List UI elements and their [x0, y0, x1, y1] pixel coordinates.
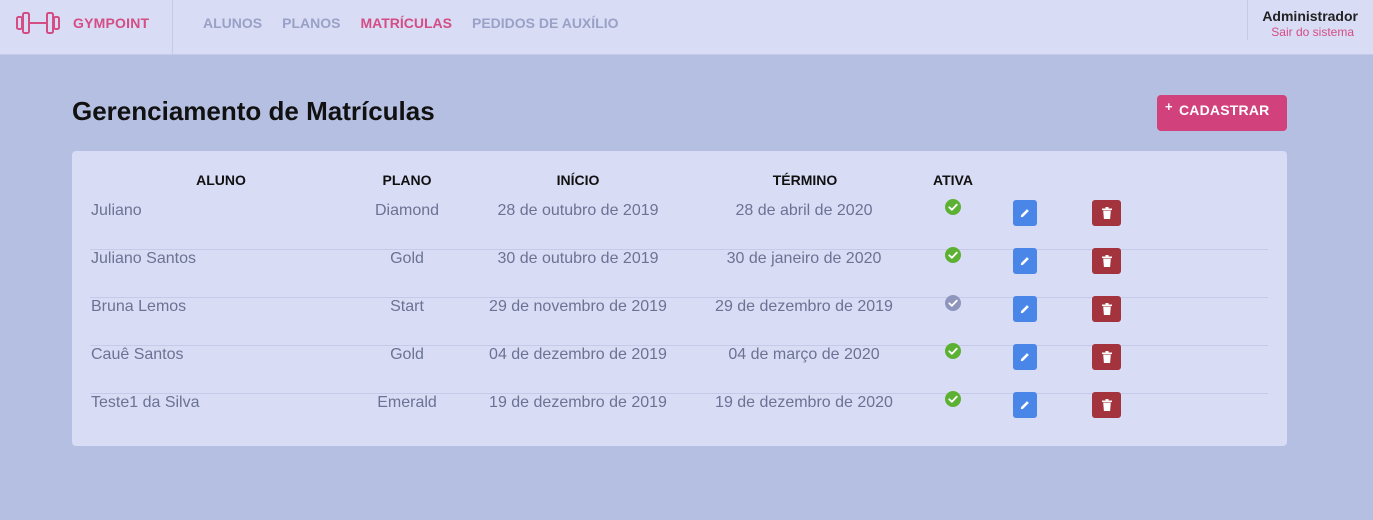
cell-termino: 04 de março de 2020: [728, 346, 880, 363]
cell-inicio: 30 de outubro de 2019: [497, 250, 659, 267]
logout-link[interactable]: Sair do sistema: [1271, 25, 1354, 39]
delete-button[interactable]: [1092, 344, 1121, 370]
check-circle-icon: [945, 343, 961, 359]
check-circle-icon: [945, 199, 961, 215]
enrollments-table: ALUNO PLANO INÍCIO TÉRMINO ATIVA Juliano Diamo…: [72, 151, 1287, 446]
brand-name: GYMPOINT: [73, 15, 150, 31]
cell-inicio: 29 de novembro de 2019: [489, 298, 667, 315]
edit-button[interactable]: [1013, 200, 1037, 226]
nav-pedidos-auxilio[interactable]: PEDIDOS DE AUXÍLIO: [472, 15, 619, 31]
main-nav: ALUNOS PLANOS MATRÍCULAS PEDIDOS DE AUXÍLIO: [203, 15, 639, 31]
cell-inicio: 19 de dezembro de 2019: [489, 394, 667, 411]
col-header-ativa: ATIVA: [933, 172, 973, 188]
col-header-aluno: ALUNO: [196, 172, 246, 188]
delete-button[interactable]: [1092, 392, 1121, 418]
edit-button[interactable]: [1013, 344, 1037, 370]
col-header-plano: PLANO: [382, 172, 432, 188]
table-row: Juliano Santos Gold 30 de outubro de 2019 3…: [90, 247, 1268, 298]
cell-termino: 30 de janeiro de 2020: [726, 250, 882, 267]
delete-button[interactable]: [1092, 296, 1121, 322]
add-button-label: CADASTRAR: [1179, 102, 1270, 118]
page-title: Gerenciamento de Matrículas: [72, 96, 435, 126]
edit-button[interactable]: [1013, 248, 1037, 274]
add-enrollment-button[interactable]: + CADASTRAR: [1157, 95, 1287, 131]
dumbbell-icon: [15, 10, 61, 36]
plus-icon: +: [1165, 99, 1173, 114]
check-circle-icon: [945, 295, 961, 311]
cell-inicio: 04 de dezembro de 2019: [489, 346, 667, 363]
cell-aluno: Teste1 da Silva: [91, 394, 200, 411]
col-header-termino: TÉRMINO: [772, 172, 838, 188]
user-menu: Administrador Sair do sistema: [1247, 0, 1373, 40]
edit-button[interactable]: [1013, 392, 1037, 418]
cell-plano: Diamond: [374, 202, 440, 219]
nav-alunos[interactable]: ALUNOS: [203, 15, 262, 31]
cell-plano: Emerald: [377, 394, 437, 411]
brand[interactable]: GYMPOINT: [0, 0, 173, 54]
cell-aluno: Juliano: [91, 202, 142, 219]
cell-plano: Gold: [390, 250, 424, 267]
col-header-inicio: INÍCIO: [556, 172, 600, 188]
check-circle-icon: [945, 247, 961, 263]
table-row: Teste1 da Silva Emerald 19 de dezembro de …: [90, 391, 1268, 442]
table-row: Juliano Diamond 28 de outubro de 2019 28 de…: [90, 199, 1268, 250]
top-navbar: GYMPOINT ALUNOS PLANOS MATRÍCULAS PEDIDOS D…: [0, 0, 1373, 55]
cell-termino: 19 de dezembro de 2020: [715, 394, 893, 411]
table-row: Cauê Santos Gold 04 de dezembro de 2019 04 …: [90, 343, 1268, 394]
cell-plano: Gold: [390, 346, 424, 363]
cell-inicio: 28 de outubro de 2019: [497, 202, 659, 219]
edit-button[interactable]: [1013, 296, 1037, 322]
table-row: Bruna Lemos Start 29 de novembro de 2019 29…: [90, 295, 1268, 346]
nav-matriculas[interactable]: MATRÍCULAS: [360, 15, 452, 31]
nav-planos[interactable]: PLANOS: [282, 15, 340, 31]
user-name: Administrador: [1262, 8, 1358, 24]
cell-aluno: Juliano Santos: [91, 250, 196, 267]
check-circle-icon: [945, 391, 961, 407]
cell-termino: 28 de abril de 2020: [735, 202, 873, 219]
cell-termino: 29 de dezembro de 2019: [715, 298, 893, 315]
cell-plano: Start: [390, 298, 424, 315]
cell-aluno: Bruna Lemos: [91, 298, 187, 315]
delete-button[interactable]: [1092, 200, 1121, 226]
cell-aluno: Cauê Santos: [91, 346, 184, 363]
delete-button[interactable]: [1092, 248, 1121, 274]
